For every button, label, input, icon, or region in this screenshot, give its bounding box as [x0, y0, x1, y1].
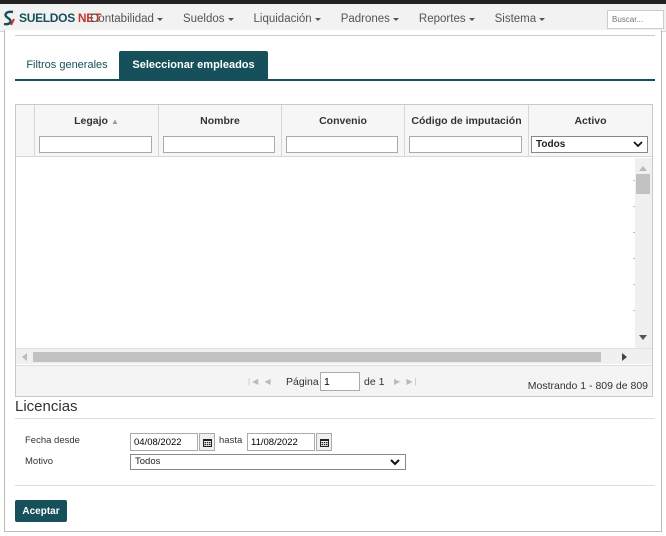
- caret-down-icon: [314, 18, 321, 21]
- calendar-hasta-button[interactable]: [316, 433, 332, 451]
- sort-icon[interactable]: ▲︎: [111, 117, 119, 126]
- logo-icon: [2, 10, 16, 26]
- column-nombre[interactable]: Nombre: [158, 105, 281, 157]
- fecha-desde-input[interactable]: [130, 433, 198, 451]
- menu-contabilidad[interactable]: Contabilidad: [80, 8, 173, 30]
- caret-down-icon: [392, 18, 399, 21]
- caret-down-icon: [156, 18, 163, 21]
- fecha-hasta-input[interactable]: [247, 433, 315, 451]
- page-number-input[interactable]: [320, 372, 360, 391]
- fecha-desde-label: Fecha desde: [25, 435, 80, 446]
- first-prev-page-icon[interactable]: |◀︎ ◀︎: [248, 377, 273, 386]
- motivo-label: Motivo: [25, 456, 53, 467]
- activo-filter-select[interactable]: Todos: [531, 136, 648, 153]
- menu-padrones[interactable]: Padrones: [331, 8, 409, 30]
- page-total-label: de 1: [364, 376, 385, 388]
- scroll-down-icon[interactable]: [639, 332, 647, 344]
- horizontal-scrollbar[interactable]: [16, 348, 652, 364]
- top-navbar: SUELDOS NET Contabilidad Sueldos Liquidac…: [0, 0, 666, 32]
- hasta-label: hasta: [219, 435, 243, 446]
- employees-grid: Legajo ▲︎ Nombre Convenio Código de imput…: [15, 104, 653, 397]
- calendar-icon: [319, 438, 329, 447]
- menu-reportes[interactable]: Reportes: [409, 8, 485, 30]
- next-last-page-icon[interactable]: ▶︎ ▶︎|: [394, 377, 419, 386]
- scroll-up-icon[interactable]: [639, 162, 647, 174]
- motivo-select[interactable]: Todos: [130, 454, 406, 470]
- calendar-desde-button[interactable]: [199, 433, 215, 451]
- caret-down-icon: [539, 18, 546, 21]
- grid-pager: |◀︎ ◀︎ Página de 1 ▶︎ ▶︎| Mostrando 1 - …: [16, 365, 652, 396]
- column-activo-label: Activo: [574, 115, 607, 127]
- caret-down-icon: [468, 18, 475, 21]
- tab-seleccionar-empleados[interactable]: Seleccionar empleados: [119, 51, 268, 79]
- convenio-filter-input[interactable]: [286, 136, 398, 153]
- vertical-scrollbar[interactable]: [635, 158, 652, 348]
- legajo-filter-input[interactable]: [39, 136, 152, 153]
- menu-sistema[interactable]: Sistema: [485, 8, 556, 30]
- column-legajo-label: Legajo: [74, 115, 108, 127]
- row-selector-header: [16, 105, 34, 157]
- page-label: Página: [286, 376, 319, 388]
- column-codigo-label: Código de imputación: [411, 115, 522, 127]
- accept-button[interactable]: Aceptar: [15, 500, 67, 522]
- tab-filtros-generales[interactable]: Filtros generales: [15, 51, 119, 79]
- grid-header: Legajo ▲︎ Nombre Convenio Código de imput…: [16, 105, 652, 157]
- codigo-filter-input[interactable]: [409, 136, 522, 153]
- grid-body: [16, 158, 635, 348]
- records-count-label: Mostrando 1 - 809 de 809: [527, 380, 648, 392]
- horizontal-scroll-thumb[interactable]: [33, 352, 601, 362]
- main-panel: Filtros generales Seleccionar empleados …: [4, 30, 662, 532]
- chevron-down-icon: [389, 456, 401, 473]
- vertical-scroll-thumb[interactable]: [636, 174, 650, 194]
- main-menu: Contabilidad Sueldos Liquidación Padrone…: [80, 8, 555, 30]
- nombre-filter-input[interactable]: [163, 136, 275, 153]
- menu-sueldos[interactable]: Sueldos: [173, 8, 244, 30]
- calendar-icon: [202, 438, 212, 447]
- column-convenio-label: Convenio: [319, 115, 367, 127]
- tab-bar: Filtros generales Seleccionar empleados: [15, 51, 655, 81]
- brand-sueldos: SUELDOS: [19, 11, 75, 25]
- scroll-left-icon[interactable]: [21, 352, 27, 364]
- footer-divider: [15, 485, 655, 486]
- search-input[interactable]: [607, 10, 664, 29]
- column-convenio[interactable]: Convenio: [281, 105, 404, 157]
- menu-liquidacion[interactable]: Liquidación: [244, 8, 331, 30]
- column-legajo[interactable]: Legajo ▲︎: [34, 105, 158, 157]
- column-nombre-label: Nombre: [200, 115, 240, 127]
- licencias-divider: [15, 418, 655, 419]
- caret-down-icon: [227, 18, 234, 21]
- chevron-down-icon: [633, 139, 643, 154]
- scroll-right-icon[interactable]: [622, 352, 628, 364]
- section-divider: [15, 35, 655, 36]
- column-activo[interactable]: Activo Todos: [528, 105, 652, 157]
- column-codigo-imputacion[interactable]: Código de imputación: [404, 105, 528, 157]
- licencias-title: Licencias: [15, 398, 78, 415]
